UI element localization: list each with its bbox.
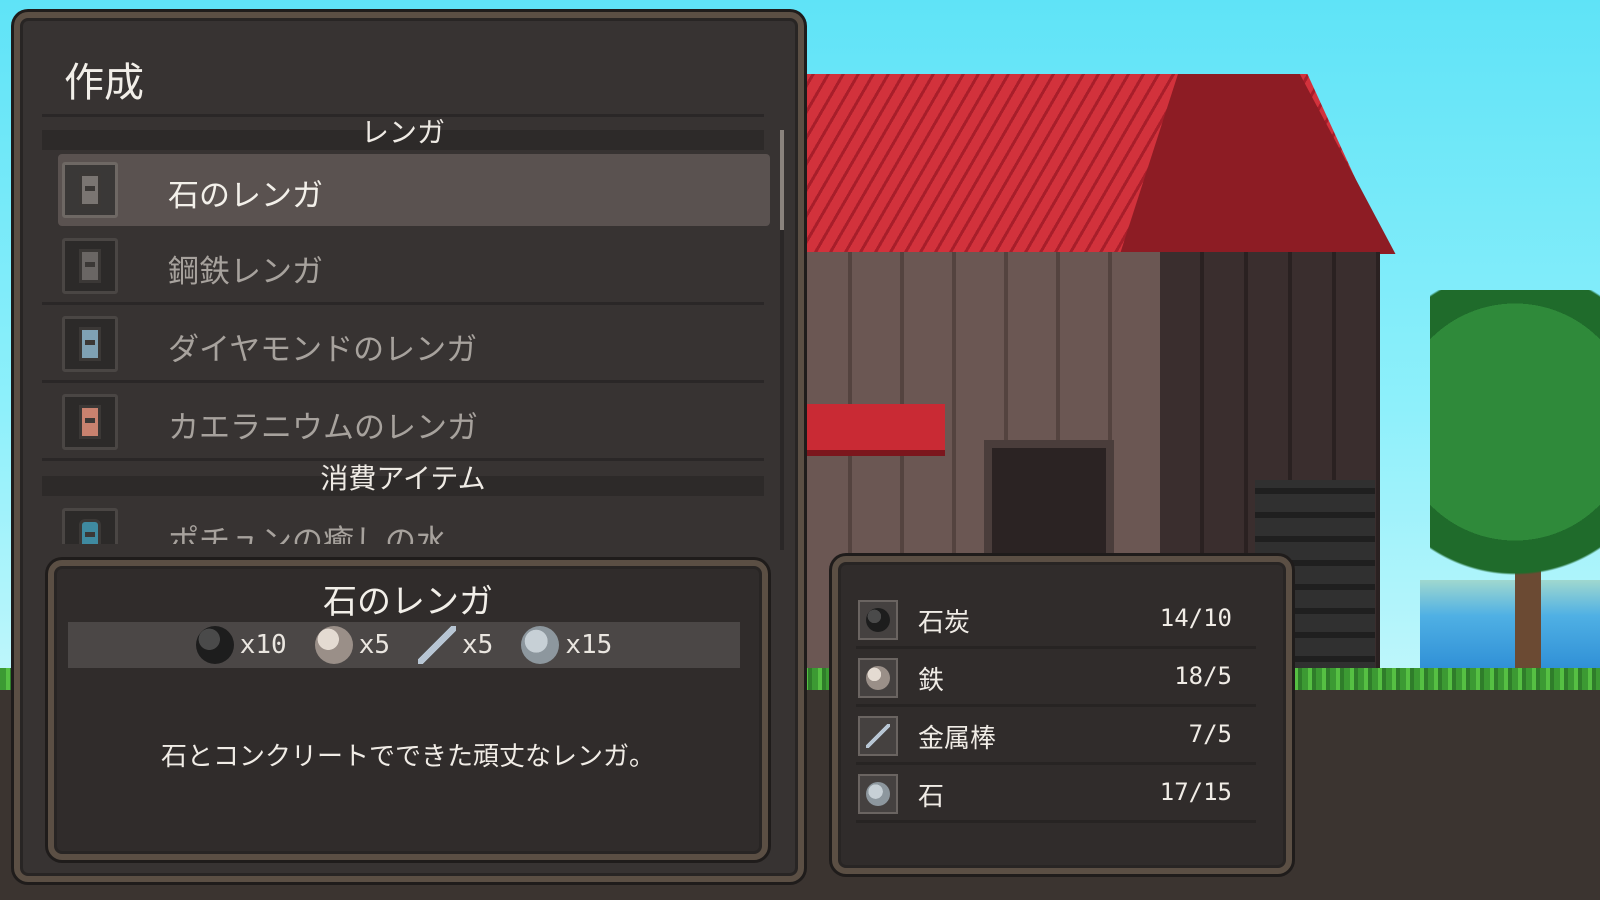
stone-icon — [866, 782, 890, 806]
material-count: 17/15 — [1159, 778, 1232, 806]
material-count: 14/10 — [1159, 604, 1232, 632]
scrollbar-thumb[interactable] — [780, 130, 784, 230]
recipe-stone-brick[interactable]: 石のレンガ — [58, 154, 770, 226]
healing-water-icon — [79, 519, 101, 544]
recipe-slot — [62, 162, 118, 218]
material-row-metal-rod: 金属棒 7/5 — [856, 708, 1256, 765]
material-name: 石 — [918, 782, 945, 812]
material-name: 石炭 — [918, 608, 971, 638]
steel-brick-icon — [79, 249, 101, 283]
caeranium-brick-icon — [79, 405, 101, 439]
cost-iron: x5 — [314, 626, 390, 664]
recipe-slot — [62, 394, 118, 450]
detail-title: 石のレンガ — [323, 582, 493, 622]
cost-metal-rod: x5 — [418, 626, 493, 664]
material-slot — [858, 774, 898, 814]
recipe-slot — [62, 316, 118, 372]
recipe-steel-brick[interactable]: 鋼鉄レンガ — [42, 230, 764, 305]
material-row-iron: 鉄 18/5 — [856, 650, 1256, 707]
material-name: 鉄 — [918, 666, 945, 696]
material-name: 金属棒 — [918, 724, 997, 754]
stone-brick-icon — [79, 173, 101, 207]
section-header-consumables: 消費アイテム — [42, 465, 764, 496]
metal-rod-icon — [418, 626, 456, 664]
cost-coal: x10 — [195, 626, 287, 664]
stone-icon — [521, 626, 560, 664]
section-label: 消費アイテム — [320, 462, 486, 495]
recipe-label: ポチュンの癒しの水 — [168, 524, 447, 544]
material-count: 7/5 — [1188, 720, 1232, 748]
material-slot — [858, 716, 898, 756]
house-awning — [800, 404, 945, 456]
cost-stone: x15 — [521, 626, 612, 664]
section-header-bricks: レンガ — [42, 119, 764, 150]
recipe-label: ダイヤモンドのレンガ — [168, 332, 478, 368]
cost-qty: x10 — [239, 630, 287, 660]
coal-icon — [866, 608, 890, 632]
cost-qty: x5 — [462, 630, 494, 660]
section-label: レンガ — [360, 116, 445, 149]
material-slot — [858, 600, 898, 640]
cost-bar: x10 x5 x5 x15 — [68, 622, 740, 668]
metal-rod-icon — [866, 724, 890, 748]
crafting-title: 作成 — [64, 60, 144, 106]
recipe-healing-water[interactable]: ポチュンの癒しの水 — [42, 500, 764, 544]
tree — [1430, 290, 1600, 620]
materials-panel: 石炭 14/10 鉄 18/5 金属棒 7/5 石 17/15 — [832, 556, 1292, 874]
material-row-coal: 石炭 14/10 — [856, 592, 1256, 649]
cost-qty: x5 — [358, 630, 390, 660]
coal-icon — [195, 626, 234, 664]
recipe-slot — [62, 508, 118, 544]
detail-description: 石とコンクリートでできた頑丈なレンガ。 — [160, 742, 655, 772]
recipe-diamond-brick[interactable]: ダイヤモンドのレンガ — [42, 308, 764, 383]
iron-icon — [866, 666, 890, 690]
recipe-label: 鋼鉄レンガ — [168, 254, 323, 290]
material-count: 18/5 — [1174, 662, 1232, 690]
diamond-brick-icon — [79, 327, 101, 361]
recipe-label: 石のレンガ — [168, 178, 323, 214]
recipe-label: カエラニウムのレンガ — [168, 410, 478, 446]
iron-icon — [314, 626, 353, 664]
recipe-detail-panel: 石のレンガ x10 x5 x5 x15 石とコンクリートでできた頑丈なレンガ。 — [48, 560, 768, 860]
material-row-stone: 石 17/15 — [856, 766, 1256, 823]
recipe-caeranium-brick[interactable]: カエラニウムのレンガ — [42, 386, 764, 461]
material-slot — [858, 658, 898, 698]
recipe-slot — [62, 238, 118, 294]
cost-qty: x15 — [565, 630, 613, 660]
